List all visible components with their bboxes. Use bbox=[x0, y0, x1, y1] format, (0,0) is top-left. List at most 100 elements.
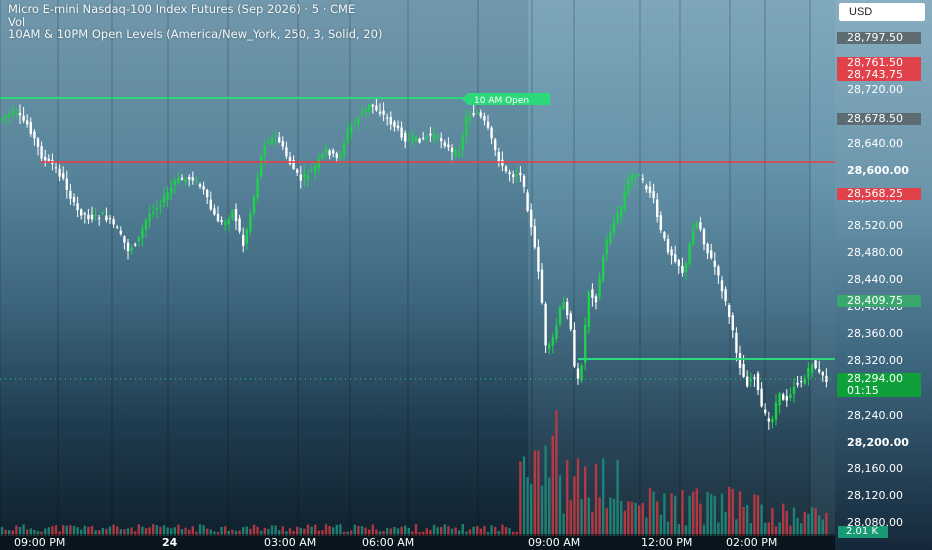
session-shade bbox=[810, 0, 835, 536]
volume-bar bbox=[753, 494, 756, 536]
candle-body bbox=[760, 388, 763, 407]
candle-body bbox=[47, 158, 50, 162]
time-label: 06:00 AM bbox=[362, 536, 415, 549]
candle-body bbox=[648, 186, 652, 193]
candle-body bbox=[436, 135, 439, 138]
volume-bar bbox=[641, 503, 644, 536]
candle-body bbox=[328, 150, 331, 156]
candle-body bbox=[224, 221, 227, 225]
volume-bar bbox=[551, 435, 554, 536]
candle-body bbox=[382, 110, 385, 115]
candle-body bbox=[335, 153, 338, 158]
candle-body bbox=[119, 230, 122, 234]
open-level-label: 10 AM Open bbox=[474, 96, 529, 106]
candle-body bbox=[508, 172, 511, 175]
candle-body bbox=[515, 174, 518, 176]
candle-body bbox=[461, 137, 464, 150]
candle-body bbox=[706, 243, 709, 254]
candle-body bbox=[94, 214, 97, 216]
candle-body bbox=[728, 305, 731, 317]
candle-body bbox=[141, 228, 144, 239]
volume-bar bbox=[612, 498, 616, 536]
candle-body bbox=[638, 174, 641, 176]
candle-body bbox=[569, 313, 572, 330]
volume-bar bbox=[566, 459, 569, 536]
candle-body bbox=[778, 393, 781, 406]
candle-body bbox=[497, 152, 500, 162]
candle-body bbox=[202, 186, 205, 190]
currency-selector[interactable]: USD bbox=[839, 3, 925, 21]
volume-bar bbox=[706, 491, 709, 536]
candle-body bbox=[695, 222, 698, 228]
candle-body bbox=[792, 386, 796, 394]
candle-body bbox=[83, 213, 86, 215]
volume-bar bbox=[616, 460, 619, 536]
candle-body bbox=[87, 214, 90, 220]
candle-body bbox=[191, 177, 194, 181]
candle-body bbox=[602, 256, 605, 281]
candle-body bbox=[72, 196, 76, 203]
candle-body bbox=[209, 199, 212, 210]
volume-bar bbox=[692, 491, 695, 536]
candle-body bbox=[159, 205, 162, 207]
price-chart-canvas[interactable]: 10 AM Open bbox=[0, 0, 835, 536]
time-axis[interactable] bbox=[0, 534, 835, 550]
candle-body bbox=[468, 117, 472, 120]
candle-body bbox=[324, 148, 328, 154]
candle-body bbox=[429, 133, 432, 136]
candle-body bbox=[630, 175, 634, 180]
candle-body bbox=[548, 344, 551, 349]
candle-body bbox=[526, 192, 529, 211]
candle-body bbox=[195, 179, 198, 181]
candle-body bbox=[501, 159, 504, 166]
volume-bar bbox=[720, 493, 724, 536]
volume-bar bbox=[555, 410, 558, 536]
candle-body bbox=[645, 185, 648, 190]
volume-bar bbox=[785, 510, 788, 536]
candle-body bbox=[576, 368, 580, 379]
candle-body bbox=[98, 217, 101, 219]
session-shade bbox=[0, 0, 528, 536]
candle-body bbox=[242, 234, 245, 246]
candle-body bbox=[692, 230, 695, 245]
candle-body bbox=[40, 146, 43, 159]
time-label: 24 bbox=[162, 536, 178, 549]
candle-body bbox=[558, 307, 562, 325]
candle-body bbox=[796, 382, 799, 385]
candle-body bbox=[684, 263, 688, 272]
candle-body bbox=[11, 109, 14, 116]
price-label: 28,720.00 bbox=[847, 83, 903, 96]
candle-body bbox=[486, 121, 490, 128]
candle-body bbox=[749, 379, 752, 381]
candle-body bbox=[821, 372, 824, 376]
candle-body bbox=[504, 166, 508, 172]
candle-body bbox=[353, 122, 356, 125]
volume-bar bbox=[594, 463, 598, 536]
volume-bar bbox=[544, 445, 547, 536]
price-label: 28,320.00 bbox=[847, 354, 903, 367]
candle-body bbox=[126, 242, 130, 252]
symbol-title[interactable]: Micro E-mini Nasdaq-100 Index Futures (S… bbox=[8, 3, 382, 16]
chart-area[interactable]: 10 AM Open bbox=[0, 0, 835, 536]
volume-bar bbox=[576, 458, 580, 536]
volume-bar bbox=[598, 497, 601, 536]
candle-body bbox=[256, 177, 259, 198]
level-price-badge: 28,743.75 bbox=[837, 69, 921, 81]
indicator-legend[interactable]: 10AM & 10PM Open Levels (America/New_Yor… bbox=[8, 28, 382, 41]
volume-bar bbox=[688, 495, 691, 536]
candle-body bbox=[742, 364, 745, 377]
candle-body bbox=[472, 112, 475, 116]
candle-body bbox=[299, 174, 302, 181]
volume-bar bbox=[814, 508, 817, 536]
candle-body bbox=[155, 207, 158, 210]
candle-body bbox=[148, 213, 151, 222]
candle-body bbox=[414, 137, 418, 141]
volume-bar bbox=[695, 488, 698, 536]
candle-body bbox=[8, 113, 11, 117]
candle-body bbox=[350, 125, 353, 133]
candle-body bbox=[465, 116, 468, 137]
volume-bar bbox=[728, 486, 731, 536]
candle-body bbox=[368, 104, 371, 111]
price-label: 28,240.00 bbox=[847, 409, 903, 422]
candle-body bbox=[746, 376, 749, 387]
